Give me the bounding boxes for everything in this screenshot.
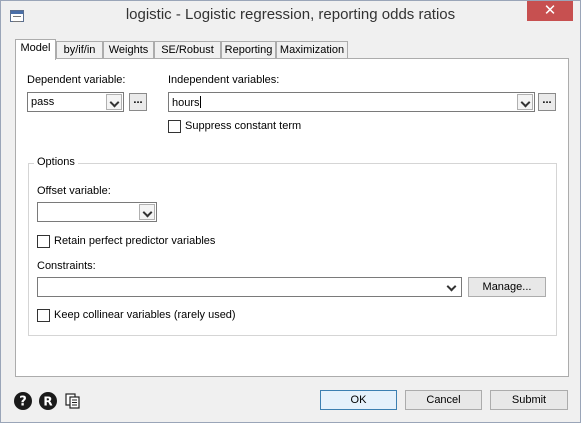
retain-perfect-predictor-checkbox[interactable] bbox=[37, 235, 50, 248]
keep-collinear-label: Keep collinear variables (rarely used) bbox=[54, 309, 236, 321]
chevron-down-icon[interactable] bbox=[444, 279, 460, 295]
dependent-variable-value: pass bbox=[31, 96, 55, 108]
tab-reporting[interactable]: Reporting bbox=[221, 41, 276, 59]
submit-button[interactable]: Submit bbox=[490, 390, 568, 410]
keep-collinear-checkbox[interactable] bbox=[37, 309, 50, 322]
tab-by-if-in[interactable]: by/if/in bbox=[56, 41, 103, 59]
tab-se-robust[interactable]: SE/Robust bbox=[154, 41, 221, 59]
independent-variables-value-wrap: hours bbox=[172, 96, 201, 109]
constraints-combo[interactable] bbox=[37, 277, 462, 297]
chevron-down-icon[interactable] bbox=[139, 204, 155, 220]
dependent-variable-label: Dependent variable: bbox=[27, 74, 126, 86]
dependent-variable-combo[interactable]: pass bbox=[27, 92, 124, 112]
options-group-title: Options bbox=[34, 156, 78, 168]
close-button[interactable]: ✕ bbox=[527, 1, 573, 21]
offset-variable-combo[interactable] bbox=[37, 202, 157, 222]
dependent-browse-button[interactable]: ... bbox=[129, 93, 147, 111]
model-tab-panel: Dependent variable: pass ... Independent… bbox=[15, 58, 569, 377]
app-icon bbox=[10, 10, 24, 22]
ok-button[interactable]: OK bbox=[320, 390, 397, 410]
copy-icon[interactable] bbox=[63, 391, 83, 411]
independent-variables-value: hours bbox=[172, 97, 200, 109]
tab-model[interactable]: Model bbox=[15, 39, 56, 60]
independent-browse-button[interactable]: ... bbox=[538, 93, 556, 111]
suppress-constant-checkbox[interactable] bbox=[168, 120, 181, 133]
chevron-down-icon[interactable] bbox=[106, 94, 122, 110]
independent-variables-label: Independent variables: bbox=[168, 74, 280, 86]
tab-weights[interactable]: Weights bbox=[103, 41, 154, 59]
manage-constraints-button[interactable]: Manage... bbox=[468, 277, 546, 297]
text-caret bbox=[199, 96, 201, 108]
constraints-label: Constraints: bbox=[37, 260, 96, 272]
independent-variables-combo[interactable]: hours bbox=[168, 92, 535, 112]
window-title: logistic - Logistic regression, reportin… bbox=[125, 6, 456, 23]
chevron-down-icon[interactable] bbox=[517, 94, 533, 110]
cancel-button[interactable]: Cancel bbox=[405, 390, 482, 410]
reset-icon[interactable]: R bbox=[38, 391, 58, 411]
suppress-constant-label: Suppress constant term bbox=[185, 120, 302, 132]
svg-text:?: ? bbox=[19, 395, 27, 410]
svg-text:R: R bbox=[43, 395, 52, 409]
help-icon[interactable]: ? bbox=[13, 391, 33, 411]
dialog-window: logistic - Logistic regression, reportin… bbox=[0, 0, 581, 423]
tab-maximization[interactable]: Maximization bbox=[276, 41, 348, 59]
title-bar: logistic - Logistic regression, reportin… bbox=[1, 1, 580, 32]
offset-variable-label: Offset variable: bbox=[37, 185, 111, 197]
retain-perfect-predictor-label: Retain perfect predictor variables bbox=[54, 235, 216, 247]
